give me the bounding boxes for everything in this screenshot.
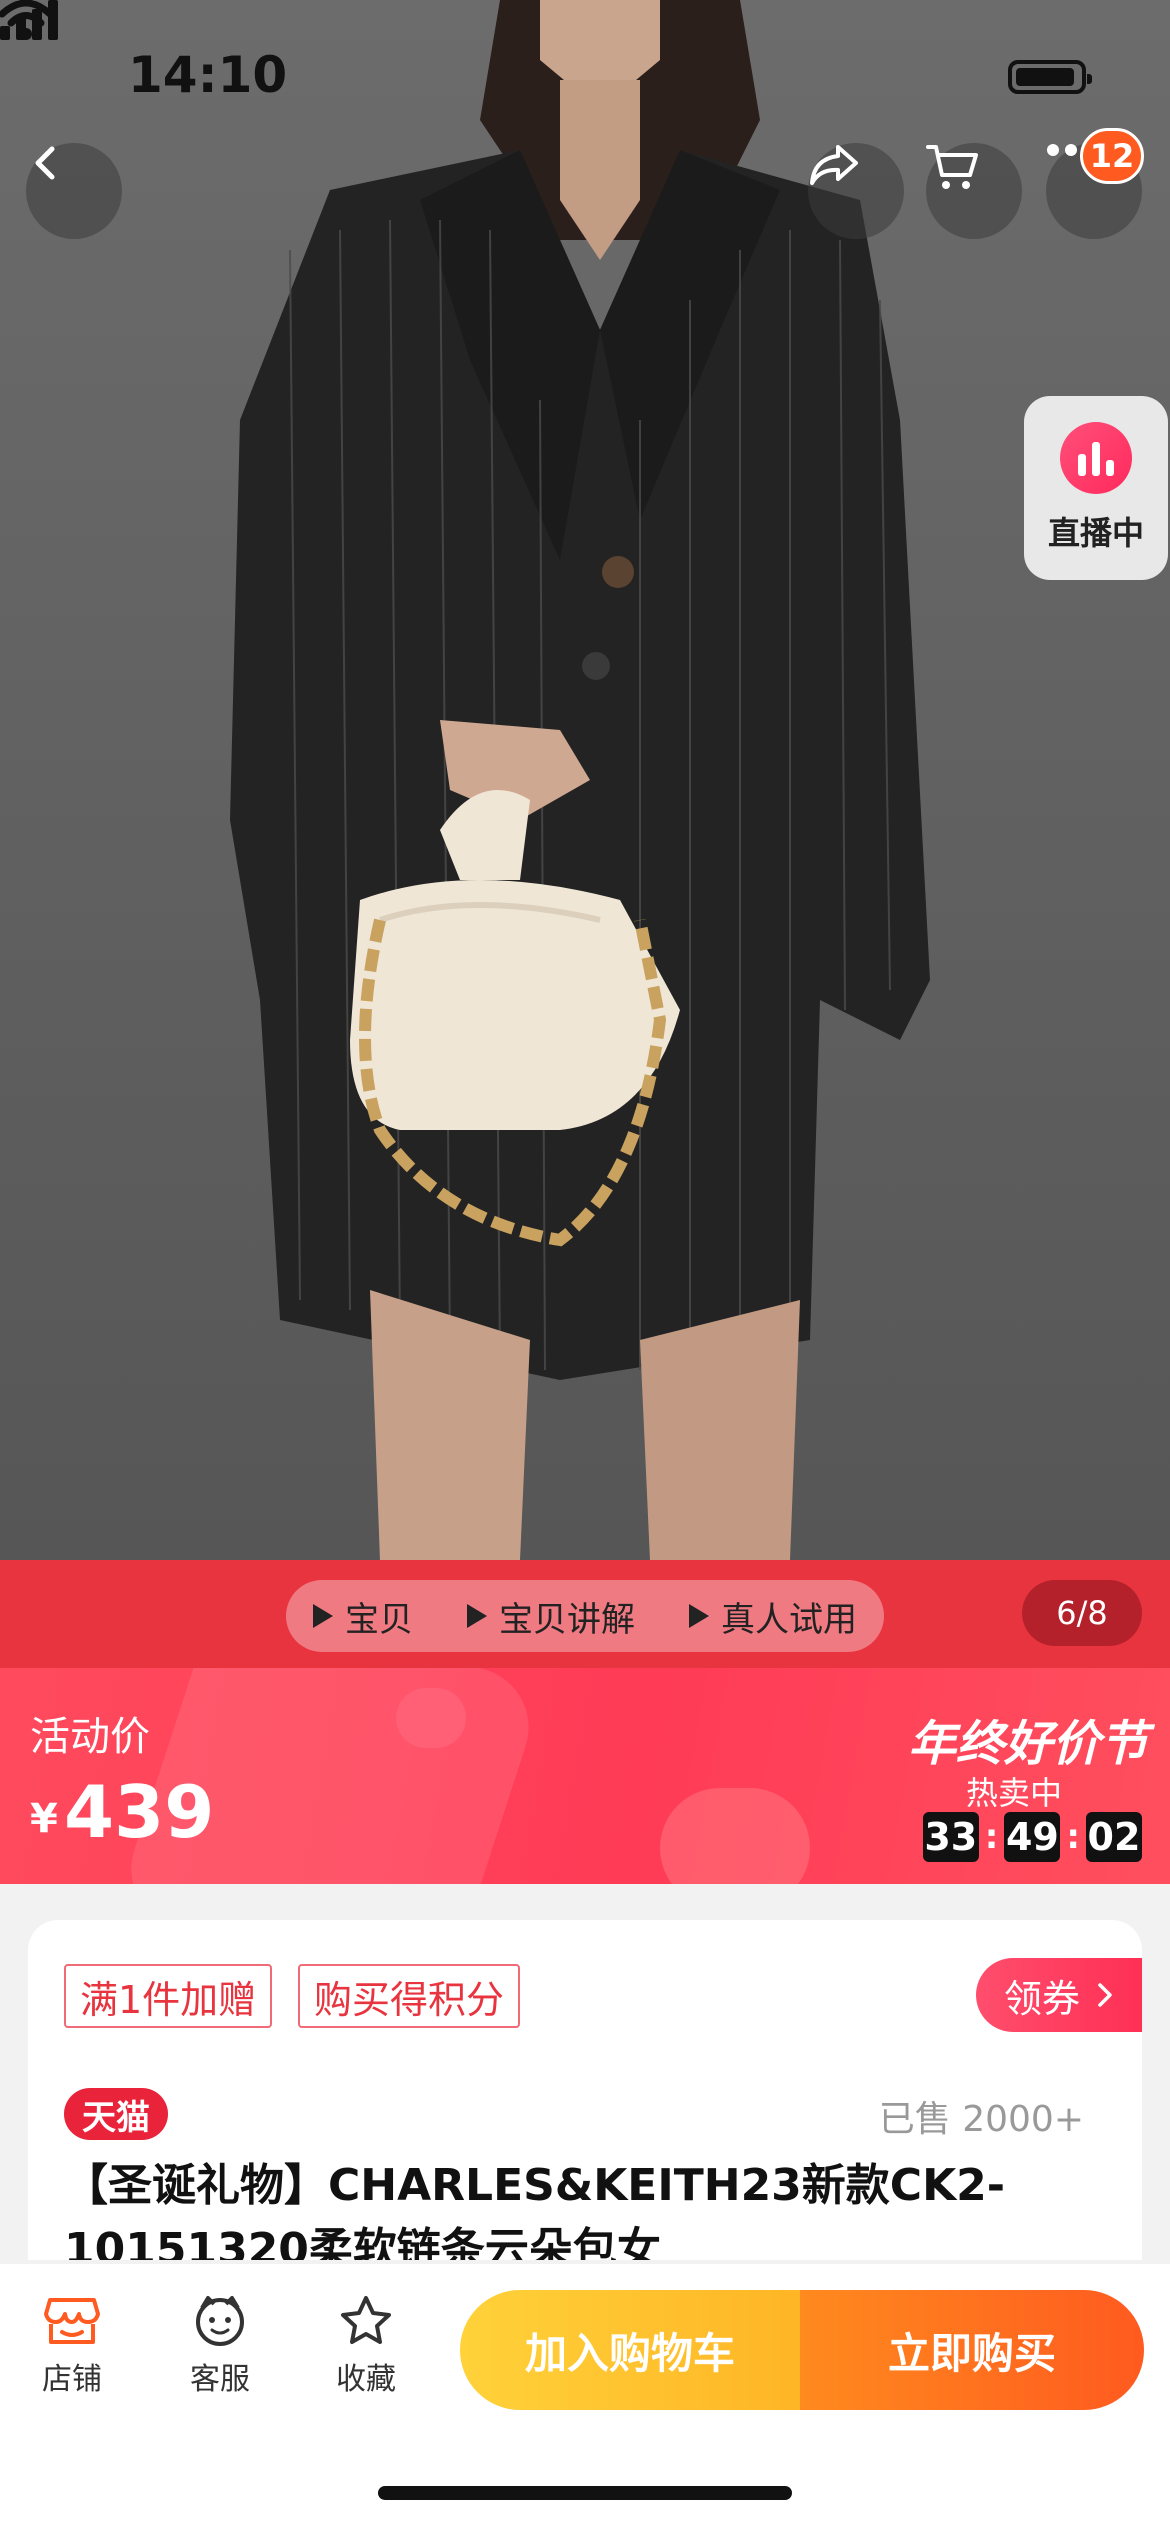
service-label: 客服 <box>190 2362 250 2397</box>
countdown-hours: 33 <box>922 1812 979 1862</box>
chevron-right-icon <box>1098 1983 1112 2007</box>
cart-icon <box>926 145 978 189</box>
cloud-decoration <box>660 1788 810 1884</box>
home-indicator <box>378 2486 792 2500</box>
tab-label: 真人试用 <box>721 1599 857 1640</box>
hot-sale-label: 热卖中 <box>965 1774 1062 1812</box>
back-button[interactable] <box>26 143 122 239</box>
share-button[interactable] <box>808 143 904 239</box>
countdown-separator: : <box>1066 1817 1080 1857</box>
live-icon <box>1060 422 1132 494</box>
promo-tag-points[interactable]: 购买得积分 <box>298 1964 521 2028</box>
get-coupon-button[interactable]: 领券 <box>976 1958 1142 2032</box>
star-icon <box>341 2296 391 2344</box>
media-tab-strip: 宝贝 宝贝讲解 真人试用 6/8 <box>0 1560 1170 1668</box>
status-time: 14:10 <box>128 46 288 104</box>
share-icon <box>810 145 858 185</box>
shop-button[interactable]: 店铺 <box>12 2294 132 2398</box>
festival-title: 年终好价节 <box>907 1716 1148 1772</box>
currency-symbol: ¥ <box>30 1796 58 1842</box>
add-to-cart-button[interactable]: 加入购物车 <box>460 2290 800 2410</box>
wifi-icon <box>0 0 52 40</box>
countdown-separator: : <box>984 1817 999 1857</box>
play-icon <box>689 1604 709 1628</box>
heart-decoration <box>396 1688 466 1748</box>
product-image[interactable]: 14:10 12 直播中 <box>0 0 1170 1560</box>
activity-price-label: 活动价 <box>30 1714 150 1760</box>
tab-label: 宝贝讲解 <box>499 1599 635 1640</box>
shop-label: 店铺 <box>42 2362 102 2397</box>
image-counter: 6/8 <box>1022 1580 1142 1646</box>
tab-real-trial[interactable]: 真人试用 <box>689 1592 857 1641</box>
cart-button[interactable] <box>926 143 1022 239</box>
chevron-left-icon <box>35 146 55 180</box>
sold-count: 已售 2000+ <box>878 2099 1084 2140</box>
live-label: 直播中 <box>1047 514 1144 552</box>
favorite-label: 收藏 <box>336 2362 396 2397</box>
price-value: 439 <box>64 1770 215 1854</box>
battery-icon <box>1008 60 1092 94</box>
purchase-buttons: 加入购物车 立即购买 <box>460 2290 1144 2410</box>
cart-count-badge: 12 <box>1080 128 1144 184</box>
countdown-seconds: 02 <box>1086 1812 1142 1862</box>
tmall-badge: 天猫 <box>64 2088 168 2140</box>
store-icon <box>44 2298 100 2344</box>
tab-explanation[interactable]: 宝贝讲解 <box>467 1592 635 1641</box>
tab-product[interactable]: 宝贝 <box>313 1592 413 1641</box>
status-bar: 14:10 <box>0 0 1170 150</box>
customer-service-button[interactable]: 客服 <box>160 2294 280 2398</box>
live-stream-widget[interactable]: 直播中 <box>1024 396 1168 580</box>
favorite-button[interactable]: 收藏 <box>306 2294 426 2398</box>
media-tabs: 宝贝 宝贝讲解 真人试用 <box>286 1580 884 1652</box>
countdown-minutes: 49 <box>1004 1812 1061 1862</box>
countdown-timer: 33 : 49 : 02 <box>922 1812 1142 1862</box>
tab-label: 宝贝 <box>345 1599 413 1640</box>
price-banner: 活动价 ¥ 439 年终好价节 热卖中 33 : 49 : 02 <box>0 1668 1170 1884</box>
service-icon <box>196 2296 244 2346</box>
coupon-label: 领券 <box>1003 1976 1080 2021</box>
product-info-card: 满1件加赠 购买得积分 领券 天猫 已售 2000+ 【圣诞礼物】CHARLES… <box>28 1920 1142 2260</box>
product-title: 【圣诞礼物】CHARLES&KEITH23新款CK2-10151320柔软链条云… <box>64 2160 1006 2260</box>
promo-tag-gift[interactable]: 满1件加赠 <box>64 1964 273 2028</box>
buy-now-button[interactable]: 立即购买 <box>800 2290 1144 2410</box>
play-icon <box>313 1604 333 1628</box>
play-icon <box>467 1604 487 1628</box>
